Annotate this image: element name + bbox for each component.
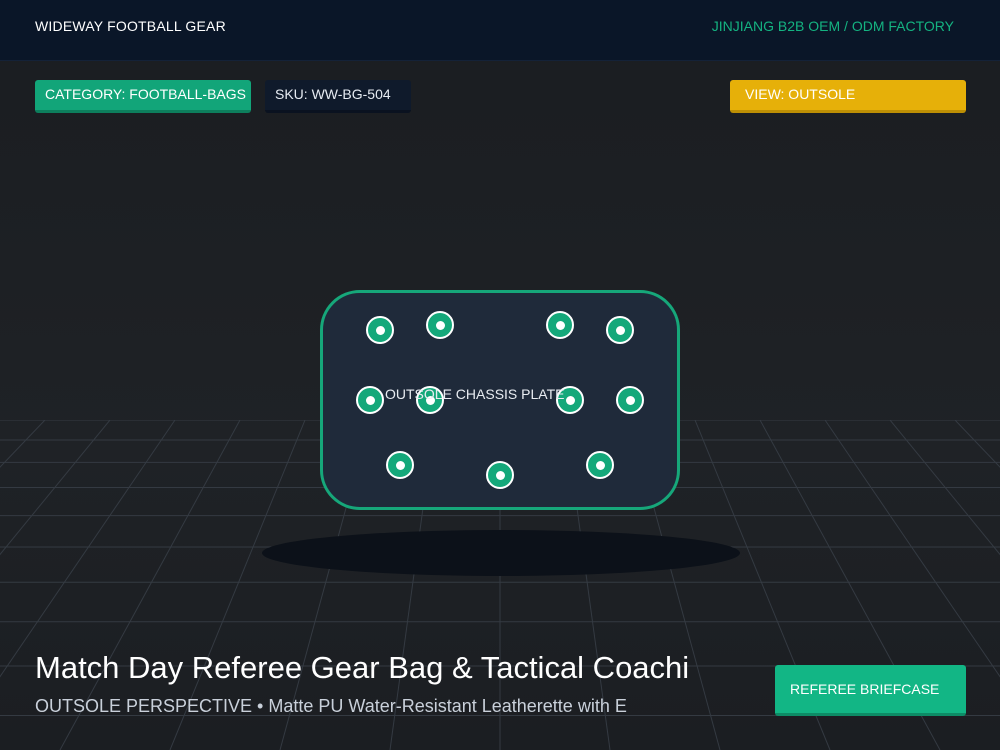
plate-label: OUTSOLE CHASSIS PLATE	[385, 386, 565, 402]
stud-icon	[586, 451, 614, 479]
view-toggle-button[interactable]: VIEW: OUTSOLE	[730, 80, 966, 113]
product-subtitle: OUTSOLE PERSPECTIVE • Matte PU Water-Res…	[35, 696, 627, 716]
stud-icon	[366, 316, 394, 344]
stud-icon	[356, 386, 384, 414]
stud-icon	[606, 316, 634, 344]
top-bar: WIDEWAY FOOTBALL GEAR JINJIANG B2B OEM /…	[0, 0, 1000, 61]
referee-briefcase-button[interactable]: REFEREE BRIEFCASE	[775, 665, 966, 716]
category-chip[interactable]: CATEGORY: FOOTBALL-BAGS	[35, 80, 251, 113]
plate-shadow	[262, 530, 740, 576]
stud-icon	[486, 461, 514, 489]
product-title: Match Day Referee Gear Bag & Tactical Co…	[35, 650, 690, 685]
brand-name[interactable]: WIDEWAY FOOTBALL GEAR	[35, 18, 226, 34]
stud-icon	[616, 386, 644, 414]
product-viewer-page: WIDEWAY FOOTBALL GEAR JINJIANG B2B OEM /…	[0, 0, 1000, 750]
stud-icon	[426, 311, 454, 339]
factory-tagline: JINJIANG B2B OEM / ODM FACTORY	[711, 18, 954, 34]
stud-icon	[546, 311, 574, 339]
stud-icon	[386, 451, 414, 479]
sku-chip: SKU: WW-BG-504	[265, 80, 411, 113]
